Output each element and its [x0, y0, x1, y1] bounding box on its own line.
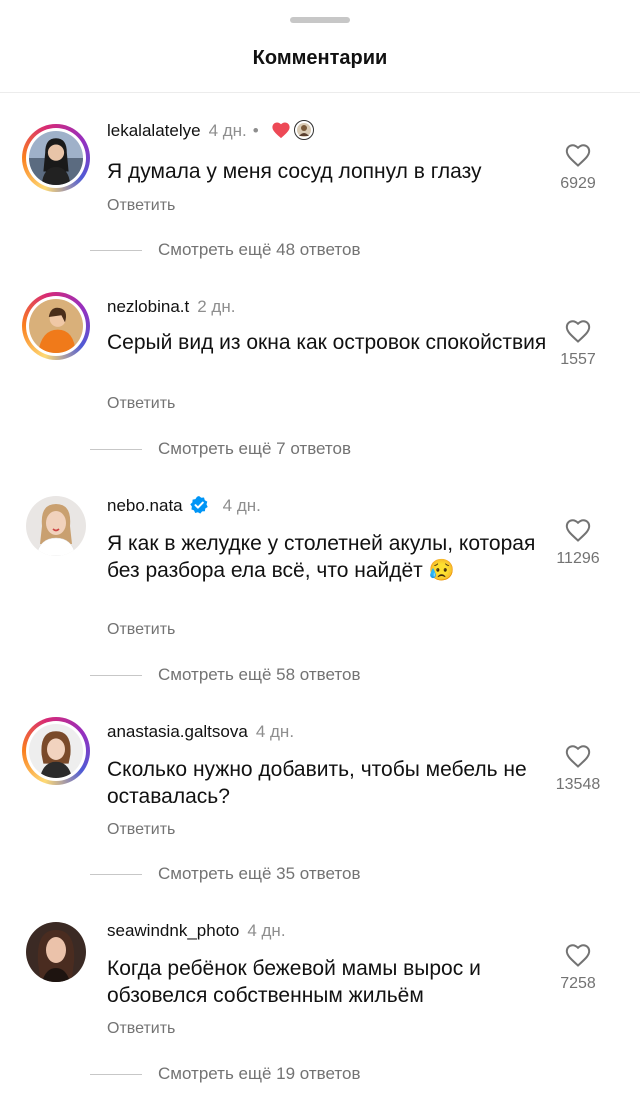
heart-outline-icon[interactable] — [538, 517, 618, 548]
username[interactable]: seawindnk_photo — [107, 921, 239, 940]
view-replies-button[interactable]: Смотреть ещё 7 ответов — [90, 439, 351, 459]
avatar[interactable] — [22, 918, 90, 986]
divider-line — [90, 250, 142, 252]
avatar[interactable] — [22, 717, 90, 785]
avatar[interactable] — [22, 492, 90, 560]
view-replies-label: Смотреть ещё 58 ответов — [158, 665, 361, 684]
creator-avatar-icon — [294, 120, 315, 146]
username[interactable]: nebo.nata — [107, 496, 183, 515]
comment-text: Сколько нужно добавить, чтобы мебель не … — [107, 758, 527, 808]
like-count: 6929 — [560, 175, 596, 192]
divider-line — [90, 449, 142, 451]
heart-outline-icon[interactable] — [538, 318, 618, 349]
avatar[interactable] — [22, 124, 90, 192]
reply-button[interactable]: Ответить — [107, 1020, 175, 1038]
divider-line — [90, 874, 142, 876]
view-replies-button[interactable]: Смотреть ещё 35 ответов — [90, 864, 360, 884]
view-replies-label: Смотреть ещё 48 ответов — [158, 240, 361, 259]
comment-time: 4 дн. — [255, 722, 295, 741]
heart-outline-icon[interactable] — [538, 743, 618, 774]
comments-sheet-header: Комментарии — [0, 0, 640, 93]
comment-time: 4 дн. — [208, 121, 247, 140]
view-replies-label: Смотреть ещё 19 ответов — [158, 1064, 361, 1083]
like-count: 7258 — [560, 975, 596, 992]
comment-time: 4 дн. — [222, 496, 261, 515]
red-heart-icon — [271, 121, 291, 145]
reply-button[interactable]: Ответить — [107, 821, 175, 839]
view-replies-button[interactable]: Смотреть ещё 58 ответов — [90, 665, 360, 685]
page-title: Комментарии — [252, 47, 388, 69]
comment-text: Я как в желудке у столетней акулы, котор… — [107, 532, 536, 582]
comment-time: 4 дн. — [247, 921, 286, 940]
heart-outline-icon[interactable] — [538, 942, 618, 973]
username[interactable]: anastasia.galtsova — [107, 722, 248, 741]
comment-text: Серый вид из окна как островок спокойств… — [107, 331, 547, 354]
view-replies-label: Смотреть ещё 7 ответов — [158, 439, 352, 458]
comment-text: Когда ребёнок бежевой мамы вырос и обзов… — [107, 957, 481, 1007]
verified-badge-icon — [189, 495, 209, 521]
drag-handle[interactable] — [290, 17, 350, 23]
view-replies-button[interactable]: Смотреть ещё 19 ответов — [90, 1064, 360, 1084]
like-count: 13548 — [555, 776, 601, 793]
heart-outline-icon[interactable] — [538, 142, 618, 173]
divider-line — [90, 675, 142, 677]
reply-button[interactable]: Ответить — [107, 197, 175, 215]
divider-line — [90, 1074, 142, 1076]
username[interactable]: lekalalatelye — [107, 121, 201, 140]
comment-text: Я думала у меня сосуд лопнул в глазу — [107, 160, 482, 183]
avatar[interactable] — [22, 292, 90, 360]
like-count: 11296 — [556, 550, 600, 567]
view-replies-button[interactable]: Смотреть ещё 48 ответов — [90, 240, 360, 260]
comment-time: 2 дн. — [197, 297, 236, 316]
like-count: 1557 — [560, 351, 596, 368]
reply-button[interactable]: Ответить — [107, 621, 175, 639]
username[interactable]: nezlobina.t — [107, 297, 189, 316]
view-replies-label: Смотреть ещё 35 ответов — [158, 864, 361, 883]
reply-button[interactable]: Ответить — [107, 395, 175, 413]
separator-dot: • — [252, 121, 259, 140]
